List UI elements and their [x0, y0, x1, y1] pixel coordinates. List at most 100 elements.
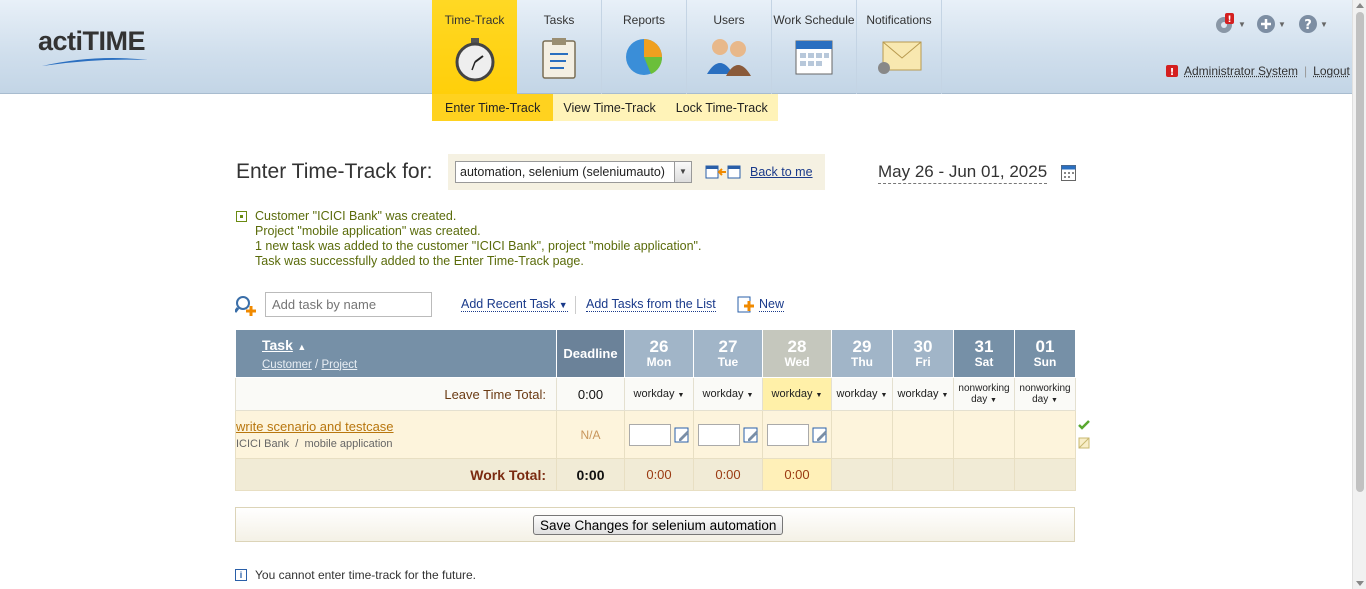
scroll-down-icon[interactable]	[1356, 581, 1364, 586]
add-menu-button[interactable]: ▼	[1256, 13, 1290, 35]
day-status-label: workday	[897, 388, 939, 400]
task-deadline: N/A	[556, 410, 625, 459]
envelope-icon	[878, 41, 922, 74]
customer-sort-link[interactable]: Customer	[262, 359, 312, 371]
leave-time-row: Leave Time Total: 0:00 workday ▼ workday…	[235, 377, 1076, 411]
message-line: Project "mobile application" was created…	[255, 224, 481, 238]
day-name: Sun	[1033, 355, 1057, 369]
checkmark-icon[interactable]	[1078, 419, 1090, 431]
help-menu-button[interactable]: ? ▼	[1298, 13, 1332, 35]
day-status-label: workday	[836, 388, 878, 400]
date-range-selector[interactable]: May 26 - Jun 01, 2025	[878, 162, 1048, 184]
subnav-view-time-track[interactable]: View Time-Track	[553, 94, 665, 121]
subnav-lock-time-track[interactable]: Lock Time-Track	[666, 94, 778, 121]
svg-text:!: !	[1170, 67, 1175, 77]
day-name: Mon	[646, 355, 672, 369]
vertical-scrollbar[interactable]	[1352, 0, 1366, 589]
day-name: Sat	[974, 355, 994, 369]
time-input[interactable]	[698, 423, 740, 446]
day-total	[831, 458, 893, 491]
time-input[interactable]	[767, 423, 809, 446]
actitime-logo[interactable]: actiTIME	[38, 26, 146, 57]
add-recent-task-label: Add Recent Task	[461, 297, 556, 311]
back-to-me-link[interactable]: Back to me	[750, 165, 813, 179]
main-nav: Time-Track Tasks Reports Users Work Sche…	[432, 0, 942, 94]
nav-time-track[interactable]: Time-Track	[432, 0, 517, 94]
switch-user-icon[interactable]	[705, 165, 741, 179]
new-task-link[interactable]: New	[759, 297, 785, 312]
nav-users[interactable]: Users	[687, 0, 772, 94]
top-right-tools: ! ▼ ▼ ? ▼	[1214, 13, 1332, 35]
day-status-dropdown[interactable]: nonworking day ▼	[953, 377, 1015, 411]
work-total-value: 0:00	[556, 458, 625, 491]
day-header-sun: 01 Sun	[1014, 329, 1076, 378]
day-total: 0:00	[693, 458, 763, 491]
nav-work-schedule[interactable]: Work Schedule	[772, 0, 857, 94]
comment-edit-icon[interactable]	[812, 427, 828, 443]
day-status-dropdown[interactable]: workday ▼	[831, 377, 893, 411]
subnav-enter-time-track[interactable]: Enter Time-Track	[432, 94, 554, 121]
nav-reports[interactable]: Reports	[602, 0, 687, 94]
project-sort-link[interactable]: Project	[321, 359, 357, 371]
day-status-dropdown[interactable]: workday ▼	[762, 377, 832, 411]
add-task-input[interactable]	[265, 292, 432, 317]
separator: |	[1304, 64, 1308, 78]
nav-users-label: Users	[713, 13, 745, 27]
svg-text:?: ?	[1304, 18, 1312, 33]
comment-edit-icon[interactable]	[743, 427, 759, 443]
message-line: Customer "ICICI Bank" was created.	[255, 209, 457, 223]
day-status-dropdown[interactable]: workday ▼	[624, 377, 694, 411]
task-row-actions	[1078, 419, 1090, 449]
save-changes-button[interactable]: Save Changes for selenium automation	[533, 515, 784, 535]
chevron-down-icon: ▼	[1238, 19, 1246, 29]
add-tasks-from-list-link[interactable]: Add Tasks from the List	[586, 297, 716, 312]
day-name: Wed	[784, 355, 810, 369]
success-icon	[236, 211, 247, 222]
day-number: 31	[974, 337, 994, 356]
nav-work-schedule-label: Work Schedule	[773, 13, 855, 27]
scroll-up-icon[interactable]	[1356, 3, 1364, 8]
divider	[575, 296, 576, 314]
user-select[interactable]: automation, selenium (seleniumauto) ▼	[455, 161, 692, 183]
time-cell-mon	[624, 410, 694, 459]
user-profile-link[interactable]: Administrator System	[1184, 64, 1298, 78]
chevron-down-icon[interactable]: ▼	[674, 161, 692, 183]
calendar-icon[interactable]	[1061, 163, 1076, 181]
day-total: 0:00	[624, 458, 694, 491]
nav-notifications-label: Notifications	[866, 13, 932, 27]
sort-asc-icon: ▲	[297, 341, 307, 352]
chevron-down-icon: ▼	[1320, 19, 1328, 29]
time-cell-sat	[953, 410, 1015, 459]
add-recent-task-dropdown[interactable]: Add Recent Task ▼	[461, 297, 568, 312]
grid-header-row: Task ▲ Customer / Project Deadline 26 Mon…	[235, 329, 1076, 378]
nav-tasks[interactable]: Tasks	[517, 0, 602, 94]
time-input[interactable]	[629, 423, 671, 446]
day-status-dropdown[interactable]: workday ▼	[892, 377, 954, 411]
task-sort-link[interactable]: Task	[262, 337, 293, 353]
day-status-dropdown[interactable]: workday ▼	[693, 377, 763, 411]
logout-link[interactable]: Logout	[1313, 64, 1350, 78]
add-task-toolbar: Add Recent Task ▼ Add Tasks from the Lis…	[235, 292, 1075, 318]
day-status-dropdown[interactable]: nonworking day ▼	[1014, 377, 1076, 411]
user-info: ! Administrator System | Logout	[1166, 64, 1350, 78]
alert-icon: !	[1166, 65, 1178, 77]
new-task-icon[interactable]	[737, 296, 755, 314]
scroll-thumb[interactable]	[1356, 12, 1364, 492]
time-track-grid: Task ▲ Customer / Project Deadline 26 Mon…	[235, 329, 1076, 491]
day-status-label: nonworking day	[958, 382, 1010, 405]
chevron-down-icon: ▼	[746, 392, 754, 399]
search-add-icon	[235, 296, 256, 316]
work-total-row: Work Total: 0:00 0:00 0:00 0:00	[235, 458, 1076, 491]
day-status-label: workday	[702, 388, 744, 400]
gear-icon: !	[1216, 13, 1234, 33]
remove-task-icon[interactable]	[1078, 437, 1090, 449]
task-project: mobile application	[304, 438, 393, 450]
day-status-label: workday	[633, 388, 675, 400]
task-name-link[interactable]: write scenario and testcase	[236, 419, 556, 434]
settings-menu-button[interactable]: ! ▼	[1214, 13, 1248, 35]
nav-notifications[interactable]: Notifications	[857, 0, 942, 94]
comment-edit-icon[interactable]	[674, 427, 690, 443]
time-cell-sun	[1014, 410, 1076, 459]
time-cell-wed	[762, 410, 832, 459]
pie-chart-icon	[626, 39, 663, 75]
